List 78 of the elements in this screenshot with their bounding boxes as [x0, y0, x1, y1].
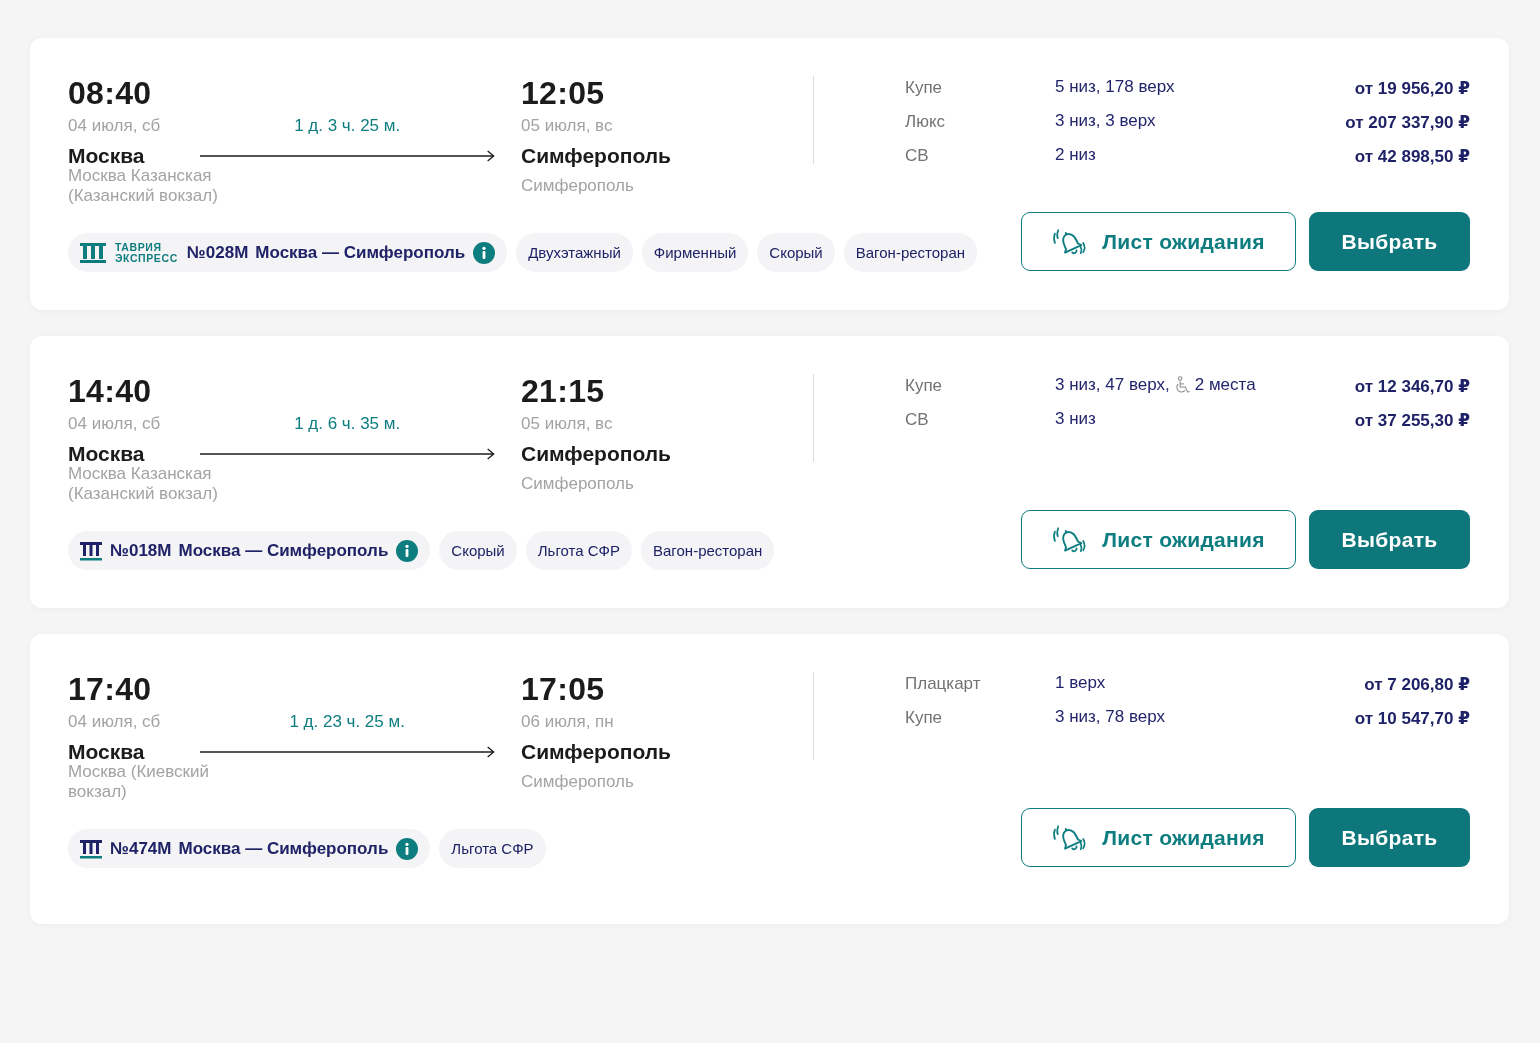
select-button[interactable]: Выбрать	[1309, 808, 1470, 867]
arrival-date: 05 июля, вс	[521, 412, 613, 435]
train-route: Москва — Симферополь	[178, 540, 389, 561]
price: от 19 956,20 ₽	[1354, 77, 1470, 99]
departure-time: 08:40	[68, 74, 152, 112]
arrival-date: 06 июля, пн	[521, 710, 614, 733]
arrival-city: Симферополь	[521, 441, 671, 467]
train-route: Москва — Симферополь	[255, 242, 466, 263]
logo-text: ЭКСПРЕСС	[115, 252, 178, 264]
info-icon[interactable]	[396, 837, 419, 860]
arrival-station: Симферополь	[521, 772, 634, 792]
seats-available: 3 низ	[1055, 409, 1096, 429]
train-tag: Двухэтажный	[516, 233, 633, 272]
train-tag: Вагон-ресторан	[843, 233, 978, 272]
seats-available: 3 низ, 47 верх,	[1055, 375, 1170, 395]
car-class: СВ	[905, 146, 929, 166]
departure-time: 14:40	[68, 372, 152, 410]
car-class: Люкс	[905, 112, 946, 132]
price: от 7 206,80 ₽	[1364, 673, 1470, 695]
price: от 10 547,70 ₽	[1354, 707, 1470, 729]
departure-time: 17:40	[68, 670, 152, 708]
trip-duration: 1 д. 23 ч. 25 м.	[289, 710, 405, 733]
seats-available: 1 верх	[1055, 673, 1106, 693]
trip-duration: 1 д. 3 ч. 25 м.	[294, 114, 401, 137]
logo-icon	[80, 540, 102, 561]
departure-station: Москва Казанская (Казанский вокзал)	[68, 166, 219, 206]
wheelchair-icon	[1173, 375, 1191, 395]
car-class: Купе	[905, 708, 943, 728]
logo-text: ТАВРИЯ	[115, 241, 162, 253]
departure-date: 04 июля, сб	[68, 412, 161, 435]
accessible-seats: 2 места	[1194, 375, 1256, 395]
train-tag: Льгота СФР	[439, 829, 546, 868]
car-class: Купе	[905, 78, 943, 98]
car-class: Плацкарт	[905, 674, 981, 694]
logo-icon	[80, 838, 102, 859]
select-button[interactable]: Выбрать	[1309, 510, 1470, 569]
train-tag: Льгота СФР	[525, 531, 632, 570]
waitlist-button[interactable]: Лист ожидания	[1021, 808, 1296, 867]
waitlist-button[interactable]: Лист ожидания	[1021, 212, 1296, 271]
train-number: №028М	[186, 242, 249, 263]
seats-available: 2 низ	[1055, 145, 1096, 165]
departure-date: 04 июля, сб	[68, 114, 161, 137]
departure-station: Москва (Киевский вокзал)	[68, 762, 211, 802]
seats-available: 3 низ, 3 верх	[1055, 111, 1156, 131]
car-class: Купе	[905, 376, 943, 396]
train-tag: Вагон-ресторан	[641, 531, 775, 570]
train-tag: Фирменный	[641, 233, 749, 272]
arrival-station: Симферополь	[521, 176, 634, 196]
price: от 42 898,50 ₽	[1354, 145, 1470, 167]
arrival-time: 17:05	[521, 670, 605, 708]
arrival-time: 12:05	[521, 74, 605, 112]
seats-available: 3 низ, 78 верх	[1055, 707, 1165, 727]
arrival-city: Симферополь	[521, 143, 671, 169]
info-icon[interactable]	[473, 241, 496, 264]
arrival-date: 05 июля, вс	[521, 114, 613, 137]
departure-city: Москва	[68, 441, 145, 467]
price: от 37 255,30 ₽	[1354, 409, 1470, 431]
arrival-city: Симферополь	[521, 739, 671, 765]
train-tag: Скорый	[757, 233, 835, 272]
car-class: СВ	[905, 410, 929, 430]
trip-duration: 1 д. 6 ч. 35 м.	[294, 412, 401, 435]
price: от 207 337,90 ₽	[1345, 111, 1470, 133]
departure-station: Москва Казанская (Казанский вокзал)	[68, 464, 219, 504]
price: от 12 346,70 ₽	[1354, 375, 1470, 397]
train-number: №018М	[110, 540, 172, 561]
waitlist-button[interactable]: Лист ожидания	[1021, 510, 1296, 569]
arrival-station: Симферополь	[521, 474, 634, 494]
seats-available: 5 низ, 178 верх	[1055, 77, 1175, 97]
departure-city: Москва	[68, 143, 145, 169]
departure-date: 04 июля, сб	[68, 710, 161, 733]
logo-icon	[80, 242, 106, 263]
train-number: №474М	[110, 838, 172, 859]
arrival-time: 21:15	[521, 372, 605, 410]
train-route: Москва — Симферополь	[178, 838, 389, 859]
departure-city: Москва	[68, 739, 145, 764]
train-tag: Скорый	[439, 531, 517, 570]
info-icon[interactable]	[396, 539, 419, 562]
select-button[interactable]: Выбрать	[1309, 212, 1470, 271]
